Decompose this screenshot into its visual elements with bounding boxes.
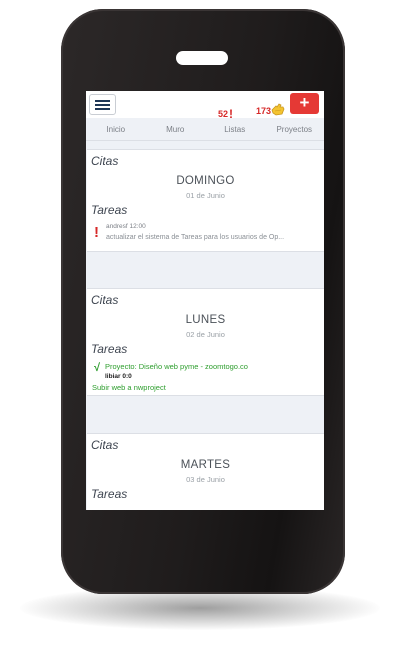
check-icon: √ bbox=[94, 362, 101, 374]
tareas-heading: Tareas bbox=[91, 342, 128, 356]
project-title[interactable]: Proyecto: Diseño web pyme - zoomtogo.co bbox=[105, 362, 248, 371]
day-date: 03 de Junio bbox=[186, 475, 225, 484]
day-card: Citas MARTES 03 de Junio Tareas bbox=[87, 433, 324, 510]
nav-tabs: Inicio Muro Listas Proyectos bbox=[86, 118, 324, 141]
hamburger-menu-icon[interactable] bbox=[89, 94, 116, 115]
citas-heading: Citas bbox=[91, 438, 119, 452]
day-name: DOMINGO bbox=[176, 175, 235, 187]
tareas-heading: Tareas bbox=[91, 487, 128, 501]
citas-heading: Citas bbox=[91, 293, 119, 307]
project-task-link[interactable]: Subir web a nwproject bbox=[92, 383, 166, 392]
tab-muro[interactable]: Muro bbox=[146, 118, 206, 140]
day-name: LUNES bbox=[185, 314, 226, 326]
task-text[interactable]: actualizar el sistema de Tareas para los… bbox=[106, 234, 284, 241]
project-user: libiar 0:0 bbox=[105, 373, 132, 380]
app-screen: 52! 173 + Inicio Muro Listas Proyectos C… bbox=[86, 91, 324, 510]
tab-proyectos[interactable]: Proyectos bbox=[265, 118, 325, 140]
day-name: MARTES bbox=[180, 459, 231, 471]
day-card: Citas DOMINGO 01 de Junio Tareas ! andre… bbox=[87, 149, 324, 252]
citas-heading: Citas bbox=[91, 154, 119, 168]
phone-speaker bbox=[176, 51, 228, 65]
top-bar: 52! 173 + bbox=[86, 91, 324, 121]
tasks-count: 173 bbox=[256, 106, 272, 116]
day-card: Citas LUNES 02 de Junio Tareas √ Proyect… bbox=[87, 288, 324, 396]
tasks-counter[interactable]: 173 bbox=[256, 106, 271, 116]
tab-inicio[interactable]: Inicio bbox=[86, 118, 146, 140]
task-author: andresf 12:00 bbox=[106, 223, 146, 230]
alert-icon: ! bbox=[94, 224, 99, 241]
pointing-hand-icon bbox=[271, 103, 285, 116]
tab-listas[interactable]: Listas bbox=[205, 118, 265, 140]
tareas-heading: Tareas bbox=[91, 203, 128, 217]
day-date: 01 de Junio bbox=[186, 191, 225, 200]
add-button[interactable]: + bbox=[290, 93, 319, 114]
day-date: 02 de Junio bbox=[186, 330, 225, 339]
